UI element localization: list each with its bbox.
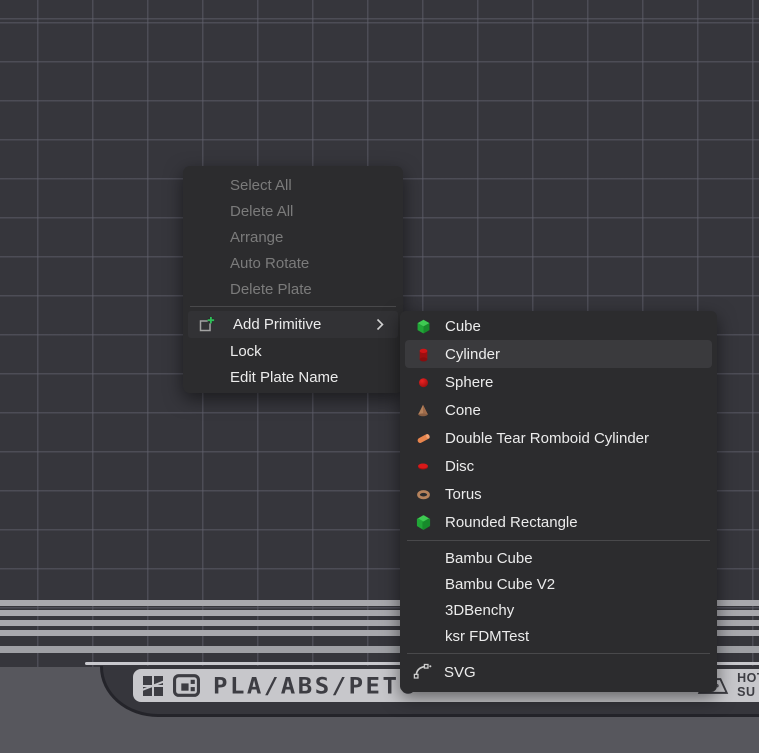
add-primitive-submenu: Cube Cylinder Sphere [400, 311, 717, 692]
submenu-item-double-tear-romboid-cylinder[interactable]: Double Tear Romboid Cylinder [400, 424, 717, 452]
hot-surface-warning-text: HOT SU [737, 672, 759, 698]
disc-icon [413, 456, 433, 476]
cylinder-icon [413, 344, 433, 364]
cube-icon [413, 316, 433, 336]
chevron-right-icon [376, 318, 384, 331]
cone-icon [413, 400, 433, 420]
svg-path-icon [413, 661, 432, 684]
menu-item-delete-all[interactable]: Delete All [183, 198, 403, 224]
submenu-item-cone[interactable]: Cone [400, 396, 717, 424]
submenu-separator [407, 653, 710, 654]
add-primitive-icon [198, 316, 216, 334]
double-tear-romboid-cylinder-icon [413, 428, 433, 448]
menu-item-select-all[interactable]: Select All [183, 172, 403, 198]
torus-icon [413, 484, 433, 504]
menu-separator [190, 306, 396, 307]
submenu-item-ksr-fdmtest[interactable]: ksr FDMTest [400, 623, 717, 649]
viewport: PLA/ABS/PETG HOT SU Select All Delete Al… [0, 0, 759, 753]
plate-material-label: PLA/ABS/PETG [213, 673, 416, 699]
submenu-separator [407, 540, 710, 541]
rounded-rectangle-icon [413, 512, 433, 532]
brand-mark-icon [173, 674, 200, 697]
menu-item-auto-rotate[interactable]: Auto Rotate [183, 250, 403, 276]
menu-item-add-primitive[interactable]: Add Primitive [188, 311, 398, 338]
submenu-item-bambu-cube-v2[interactable]: Bambu Cube V2 [400, 571, 717, 597]
submenu-item-cube[interactable]: Cube [400, 312, 717, 340]
submenu-item-bambu-cube[interactable]: Bambu Cube [400, 545, 717, 571]
menu-item-lock[interactable]: Lock [183, 338, 403, 364]
submenu-item-svg[interactable]: SVG [400, 658, 717, 687]
menu-item-delete-plate[interactable]: Delete Plate [183, 276, 403, 302]
submenu-item-3dbenchy[interactable]: 3DBenchy [400, 597, 717, 623]
submenu-item-torus[interactable]: Torus [400, 480, 717, 508]
submenu-item-sphere[interactable]: Sphere [400, 368, 717, 396]
menu-item-arrange[interactable]: Arrange [183, 224, 403, 250]
submenu-item-rounded-rectangle[interactable]: Rounded Rectangle [400, 508, 717, 536]
submenu-item-cylinder[interactable]: Cylinder [405, 340, 712, 368]
menu-item-edit-plate-name[interactable]: Edit Plate Name [183, 364, 403, 390]
bambu-logo-icon [141, 674, 165, 698]
submenu-item-disc[interactable]: Disc [400, 452, 717, 480]
sphere-icon [413, 372, 433, 392]
plate-context-menu: Select All Delete All Arrange Auto Rotat… [183, 166, 403, 393]
